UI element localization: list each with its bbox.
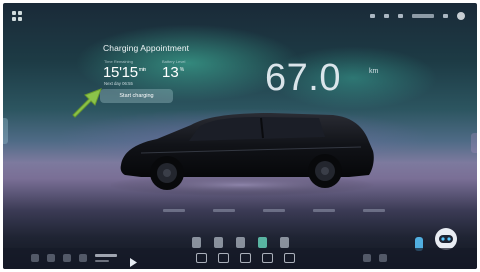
vehicle-image: [106, 103, 376, 203]
dock-app-icons: [196, 253, 295, 263]
dock-icon[interactable]: [379, 254, 387, 262]
control-button[interactable]: [236, 237, 245, 248]
range-unit: km: [369, 68, 379, 75]
dock-icon[interactable]: [47, 254, 55, 262]
car-icon[interactable]: [218, 253, 229, 263]
avatar[interactable]: [457, 12, 465, 20]
status-icon: [370, 14, 375, 18]
next-day-time: Next day 06:55: [104, 81, 133, 86]
status-icon: [384, 14, 389, 18]
apps-icon[interactable]: [284, 253, 295, 263]
dock-icon[interactable]: [63, 254, 71, 262]
battery-level-number: 13: [162, 64, 179, 81]
dock-icon[interactable]: [363, 254, 371, 262]
dock-icon[interactable]: [79, 254, 87, 262]
control-button[interactable]: [192, 237, 201, 248]
status-icon: [398, 14, 403, 18]
shortcut-label[interactable]: [263, 209, 285, 212]
dock-right-group: [363, 254, 387, 262]
car-home-screen: Charging Appointment Time Remaining Batt…: [3, 3, 477, 269]
shortcut-label[interactable]: [363, 209, 385, 212]
charging-appointment-title: Charging Appointment: [103, 43, 190, 53]
control-button-active[interactable]: [258, 237, 267, 248]
right-edge-handle[interactable]: [471, 133, 477, 153]
range-value: 67.0: [265, 57, 341, 99]
shortcut-label[interactable]: [163, 209, 185, 212]
green-arrow-icon: [67, 81, 107, 126]
control-button[interactable]: [280, 237, 289, 248]
media-title: [95, 254, 117, 257]
control-button[interactable]: [214, 237, 223, 248]
phone-icon[interactable]: [262, 253, 273, 263]
home-icon[interactable]: [196, 253, 207, 263]
shortcut-label[interactable]: [313, 209, 335, 212]
status-icon: [443, 14, 448, 18]
battery-level-unit: %: [179, 67, 185, 73]
left-edge-handle[interactable]: [3, 118, 8, 144]
battery-level-value: 13%: [162, 64, 184, 81]
status-clock: [412, 14, 434, 18]
play-icon[interactable]: [129, 254, 137, 269]
media-subtitle: [95, 260, 109, 262]
time-remaining-value: 15'15min: [103, 64, 146, 81]
shortcut-label[interactable]: [213, 209, 235, 212]
start-charging-button[interactable]: Start charging: [100, 89, 173, 103]
bottom-dock: [3, 248, 477, 269]
vehicle-controls: [192, 237, 289, 248]
status-bar: [370, 12, 465, 20]
time-remaining-unit: min: [138, 67, 146, 73]
dock-icon[interactable]: [31, 254, 39, 262]
time-remaining-number: 15'15: [103, 64, 138, 81]
apps-grid-icon[interactable]: [12, 11, 22, 21]
shortcut-labels: [163, 209, 385, 212]
dock-left-group: [31, 254, 87, 262]
music-icon[interactable]: [240, 253, 251, 263]
